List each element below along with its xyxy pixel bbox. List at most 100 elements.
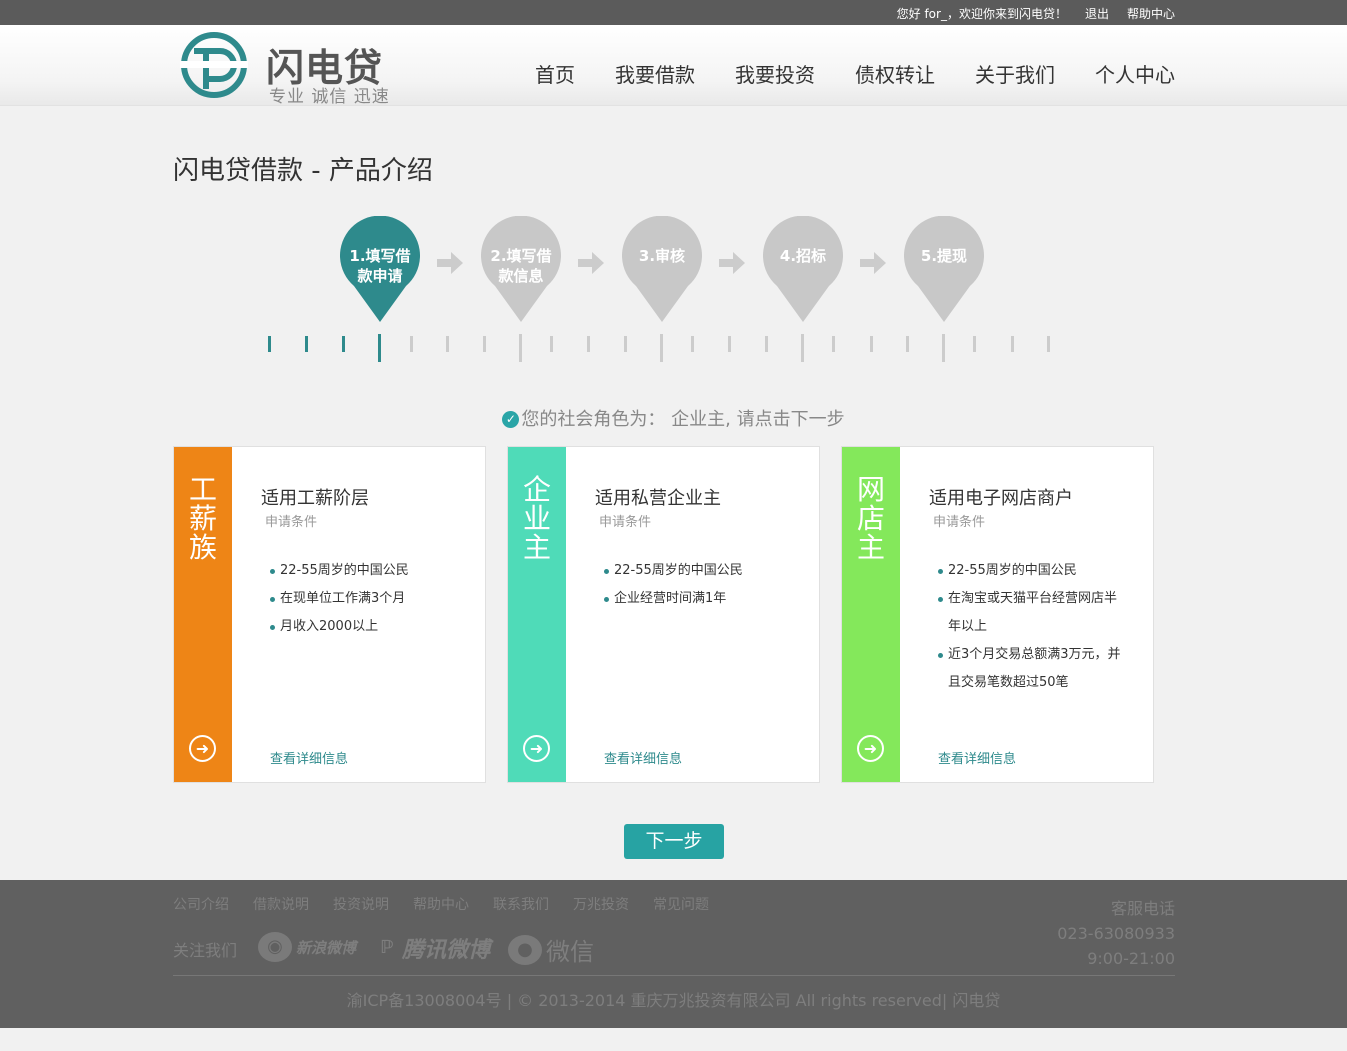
- progress-tick: [728, 336, 731, 352]
- footer-link-company[interactable]: 公司介绍: [173, 894, 229, 914]
- condition-item: 近3个月交易总额满3万元，并且交易笔数超过50笔: [936, 641, 1126, 697]
- role-band: 工薪族 ➜: [174, 447, 232, 782]
- role-card-shop-owner[interactable]: 网店主 ➜ 适用电子网店商户申请条件 22-55周岁的中国公民 在淘宝或天猫平台经营网店…: [841, 446, 1154, 783]
- map-pin-icon: [622, 216, 702, 322]
- footer-link-help[interactable]: 帮助中心: [413, 894, 469, 914]
- wechat-icon: ●: [508, 934, 542, 965]
- condition-list: 22-55周岁的中国公民 企业经营时间满1年: [602, 557, 792, 613]
- role-card-salaried[interactable]: 工薪族 ➜ 适用工薪阶层申请条件 22-55周岁的中国公民 在现单位工作满3个月 月收入2…: [173, 446, 486, 783]
- arrow-right-circle-icon[interactable]: ➜: [189, 735, 216, 762]
- step-label: 款申请: [357, 267, 403, 285]
- greeting-text: 您好 for_，欢迎你来到闪电贷！: [896, 7, 1067, 21]
- map-pin-icon: [904, 216, 984, 322]
- card-title: 适用私营企业主: [595, 488, 721, 509]
- progress-tick: [691, 336, 694, 352]
- footer-divider: [173, 975, 1175, 976]
- card-subtitle: 申请条件: [265, 515, 318, 530]
- condition-list: 22-55周岁的中国公民 在现单位工作满3个月 月收入2000以上: [268, 557, 458, 641]
- site-footer: 公司介绍 借款说明 投资说明 帮助中心 联系我们 万兆投资 常见问题 关注我们 …: [0, 880, 1347, 1028]
- contact-hours: 9:00-21:00: [1087, 949, 1175, 968]
- condition-item: 月收入2000以上: [268, 613, 458, 641]
- site-header: 闪电贷 专业 诚信 迅速 首页 我要借款 我要投资 债权转让 关于我们 个人中心: [0, 25, 1347, 107]
- wechat-link[interactable]: ● 微信: [508, 932, 594, 967]
- condition-item: 22-55周岁的中国公民: [602, 557, 792, 585]
- progress-tick: [942, 334, 945, 362]
- step-label: 5.提现: [920, 247, 968, 265]
- view-details-link[interactable]: 查看详细信息: [270, 748, 348, 767]
- condition-item: 在淘宝或天猫平台经营网店半年以上: [936, 585, 1126, 641]
- progress-tick: [305, 336, 308, 352]
- step-pin-4: 4.招标: [763, 216, 843, 322]
- role-card-business-owner[interactable]: 企业主 ➜ 适用私营企业主 申请条件 22-55周岁的中国公民 企业经营时间满1年 查看详细…: [507, 446, 820, 783]
- step-arrow-icon: [860, 252, 886, 274]
- tencent-weibo-label: 腾讯微博: [402, 938, 491, 963]
- footer-link-invest-guide[interactable]: 投资说明: [333, 894, 389, 914]
- copyright: 渝ICP备13008004号 | © 2013-2014 重庆万兆投资有限公司 …: [346, 991, 1001, 1010]
- role-notice-text: 您的社会角色为： 企业主, 请点击下一步: [521, 409, 845, 430]
- nav-item-invest[interactable]: 我要投资: [735, 59, 815, 88]
- logo[interactable]: 闪电贷 专业 诚信 迅速: [180, 31, 400, 107]
- footer-link-contact[interactable]: 联系我们: [493, 894, 549, 914]
- weibo-link[interactable]: ◉ 新浪微博: [258, 932, 356, 962]
- progress-tick: [906, 336, 909, 352]
- card-title: 适用工薪阶层: [261, 488, 369, 509]
- progress-tick: [587, 336, 590, 352]
- wechat-label: 微信: [546, 938, 594, 966]
- arrow-right-circle-icon[interactable]: ➜: [857, 735, 884, 762]
- role-band: 网店主 ➜: [842, 447, 900, 782]
- progress-tick: [268, 336, 271, 352]
- contact-title: 客服电话: [1110, 899, 1175, 918]
- main-nav: 首页 我要借款 我要投资 债权转让 关于我们 个人中心: [535, 59, 1175, 88]
- footer-link-wanzhao[interactable]: 万兆投资: [573, 894, 629, 914]
- card-subtitle: 申请条件: [933, 515, 986, 530]
- nav-item-debt-transfer[interactable]: 债权转让: [855, 59, 935, 88]
- role-notice: ✓ 您的社会角色为： 企业主, 请点击下一步: [0, 405, 1347, 431]
- progress-tick: [973, 336, 976, 352]
- condition-item: 在现单位工作满3个月: [268, 585, 458, 613]
- check-circle-icon: ✓: [502, 411, 520, 428]
- logout-link[interactable]: 退出: [1085, 5, 1109, 22]
- progress-tick: [660, 334, 663, 362]
- condition-item: 22-55周岁的中国公民: [936, 557, 1126, 585]
- tencent-weibo-link[interactable]: ℙ 腾讯微博: [376, 932, 490, 964]
- tencent-weibo-icon: ℙ: [380, 937, 394, 958]
- weibo-icon: ◉: [258, 932, 292, 962]
- role-band: 企业主 ➜: [508, 447, 566, 782]
- progress-tick: [446, 336, 449, 352]
- view-details-link[interactable]: 查看详细信息: [604, 748, 682, 767]
- step-label: 1.填写借: [349, 247, 411, 265]
- weibo-label: 新浪微博: [296, 938, 357, 957]
- progress-tick: [342, 336, 345, 352]
- footer-link-borrow-guide[interactable]: 借款说明: [253, 894, 309, 914]
- nav-item-user-center[interactable]: 个人中心: [1095, 59, 1175, 88]
- nav-item-about[interactable]: 关于我们: [975, 59, 1055, 88]
- condition-list: 22-55周岁的中国公民 在淘宝或天猫平台经营网店半年以上 近3个月交易总额满3万元…: [936, 557, 1126, 697]
- step-label: 3.审核: [638, 247, 686, 265]
- progress-tick: [870, 336, 873, 352]
- logo-mark-icon: [180, 32, 248, 98]
- condition-item: 企业经营时间满1年: [602, 585, 792, 613]
- progress-tick: [832, 336, 835, 352]
- help-center-link[interactable]: 帮助中心: [1127, 5, 1175, 22]
- page-title: 闪电贷借款 - 产品介绍: [173, 156, 433, 186]
- step-progress: 1.填写借 款申请 2.填写借 款信息 3.审核 4.招标 5.提现: [0, 210, 1347, 380]
- progress-tick: [801, 334, 804, 362]
- next-step-button[interactable]: 下一步: [624, 824, 724, 859]
- logo-slogan: 专业 诚信 迅速: [269, 87, 390, 107]
- top-bar: 您好 for_，欢迎你来到闪电贷！ 退出 帮助中心: [0, 0, 1347, 25]
- view-details-link[interactable]: 查看详细信息: [938, 748, 1016, 767]
- nav-item-home[interactable]: 首页: [535, 59, 575, 88]
- progress-tick: [1047, 336, 1050, 352]
- progress-tick: [624, 336, 627, 352]
- map-pin-icon: [763, 216, 843, 322]
- card-title: 适用电子网店商户: [929, 488, 1073, 509]
- progress-tick: [519, 334, 522, 362]
- role-band-label: 工薪族: [188, 473, 217, 564]
- contact-phone: 023-63080933: [1057, 924, 1175, 943]
- nav-item-borrow[interactable]: 我要借款: [615, 59, 695, 88]
- arrow-right-circle-icon[interactable]: ➜: [523, 735, 550, 762]
- progress-tick: [483, 336, 486, 352]
- progress-tick: [410, 336, 413, 352]
- footer-link-faq[interactable]: 常见问题: [653, 894, 709, 914]
- progress-tick: [378, 334, 381, 362]
